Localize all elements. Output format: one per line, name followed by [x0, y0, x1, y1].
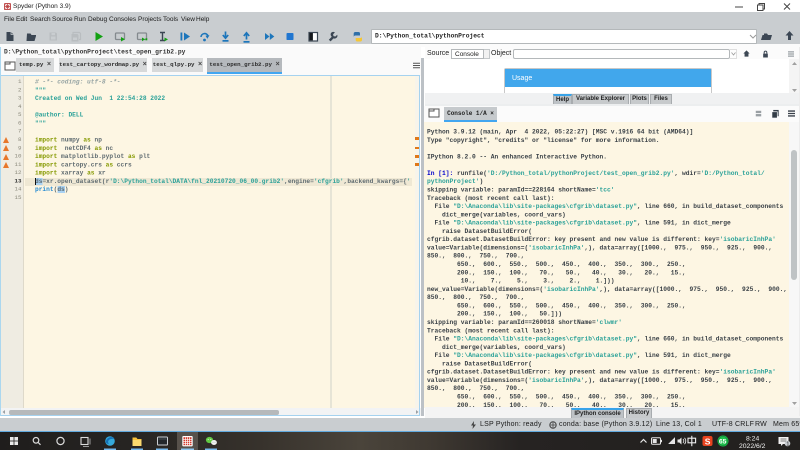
- svg-text:2022/6/2: 2022/6/2: [739, 443, 766, 450]
- svg-text:S: S: [705, 436, 711, 446]
- svg-text:65: 65: [719, 439, 727, 446]
- svg-text:8:24: 8:24: [746, 435, 759, 442]
- svg-text:1: 1: [786, 442, 789, 448]
